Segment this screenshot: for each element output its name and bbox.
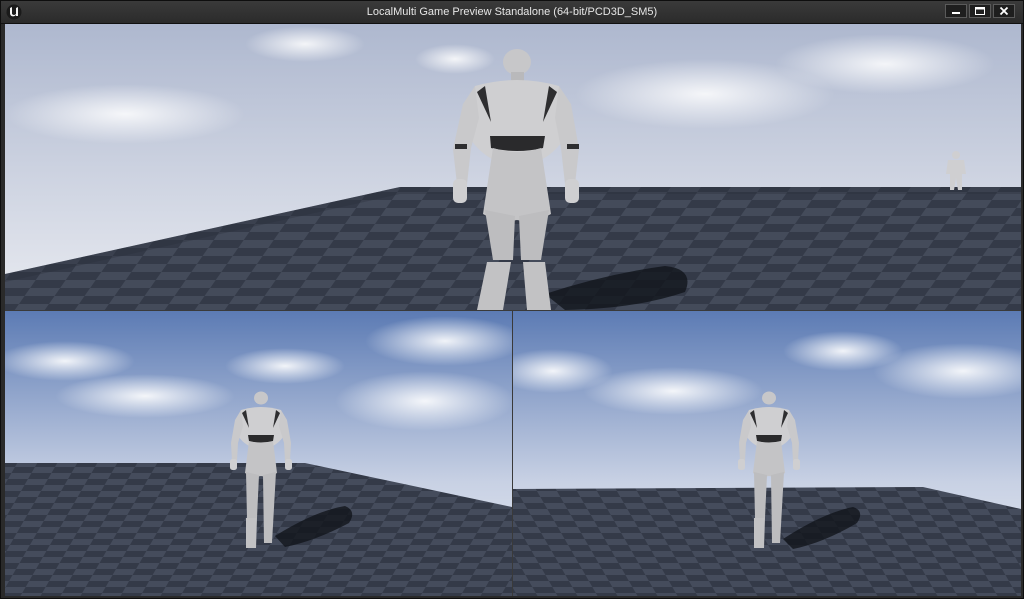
close-icon	[999, 6, 1009, 16]
player-3-viewport[interactable]	[513, 311, 1021, 596]
minimize-icon	[952, 12, 960, 14]
checkered-floor	[513, 487, 1021, 596]
title-bar[interactable]: LocalMulti Game Preview Standalone (64-b…	[1, 1, 1023, 24]
window-title: LocalMulti Game Preview Standalone (64-b…	[366, 6, 658, 18]
close-button[interactable]	[993, 4, 1015, 18]
player-2-viewport[interactable]	[5, 311, 512, 596]
maximize-icon	[975, 7, 985, 15]
player-1-viewport[interactable]	[5, 24, 1021, 310]
game-preview-window: LocalMulti Game Preview Standalone (64-b…	[0, 0, 1024, 599]
minimize-button[interactable]	[945, 4, 967, 18]
maximize-button[interactable]	[969, 4, 991, 18]
